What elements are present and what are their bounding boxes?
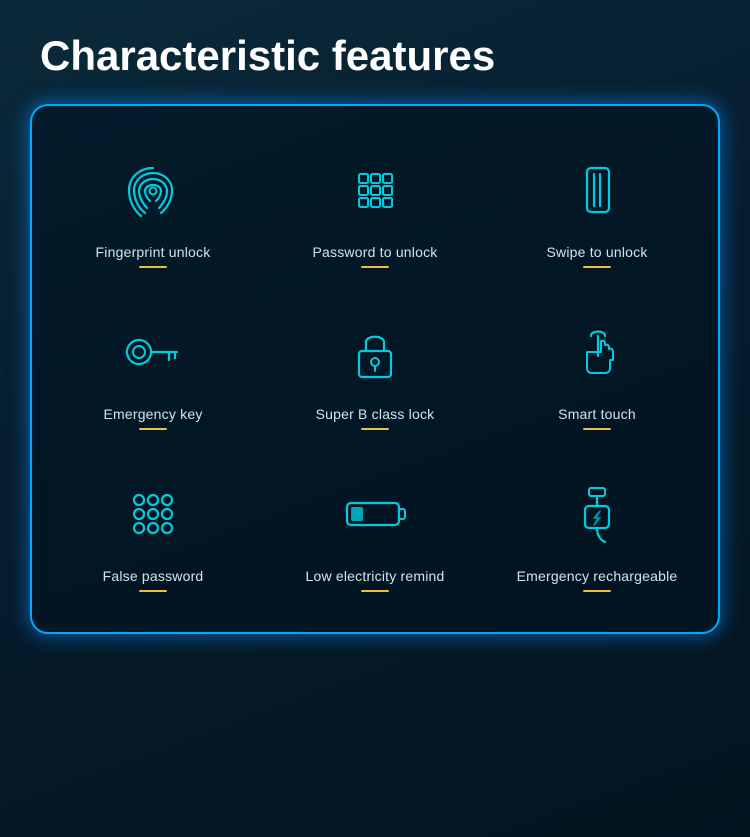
false-password-label: False password [103,568,204,584]
charge-underline [583,590,611,592]
battery-icon [339,474,411,554]
feature-password: Password to unlock [264,126,486,288]
key-underline [139,428,167,430]
page-title: Characteristic features [0,0,750,104]
fingerprint-underline [139,266,167,268]
key-icon [117,312,189,392]
feature-battery: Low electricity remind [264,450,486,612]
features-grid: Fingerprint unlock Password t [42,126,708,612]
touch-label: Smart touch [558,406,636,422]
lock-underline [361,428,389,430]
feature-lock: Super B class lock [264,288,486,450]
fingerprint-icon [117,150,189,230]
lock-label: Super B class lock [316,406,435,422]
touch-underline [583,428,611,430]
swipe-underline [583,266,611,268]
feature-key: Emergency key [42,288,264,450]
features-box: Fingerprint unlock Password t [30,104,720,634]
feature-touch: Smart touch [486,288,708,450]
lock-icon [339,312,411,392]
battery-underline [361,590,389,592]
feature-fingerprint: Fingerprint unlock [42,126,264,288]
charge-icon [561,474,633,554]
password-icon [339,150,411,230]
swipe-icon [561,150,633,230]
password-underline [361,266,389,268]
feature-swipe: Swipe to unlock [486,126,708,288]
password-label: Password to unlock [313,244,438,260]
charge-label: Emergency rechargeable [517,568,678,584]
feature-false-password: False password [42,450,264,612]
feature-charge: Emergency rechargeable [486,450,708,612]
fingerprint-label: Fingerprint unlock [96,244,211,260]
key-label: Emergency key [103,406,202,422]
dots-icon [117,474,189,554]
touch-icon [561,312,633,392]
false-password-underline [139,590,167,592]
swipe-label: Swipe to unlock [546,244,647,260]
battery-label: Low electricity remind [306,568,445,584]
